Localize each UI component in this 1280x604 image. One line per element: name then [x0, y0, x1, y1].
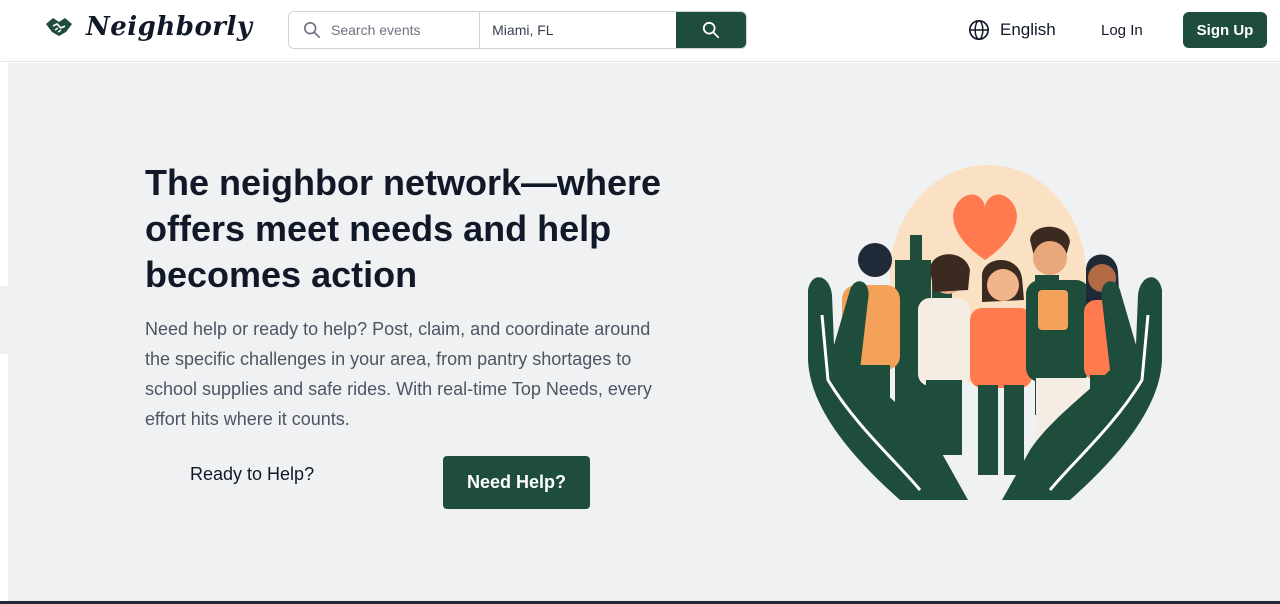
- search-bar: [288, 11, 747, 49]
- top-navbar: Neighborly English Log In Sign Up: [0, 0, 1280, 62]
- login-link[interactable]: Log In: [1101, 22, 1143, 39]
- search-location-field[interactable]: [480, 12, 676, 48]
- community-illustration: [808, 165, 1162, 500]
- signup-button[interactable]: Sign Up: [1183, 12, 1267, 48]
- page-edge: [0, 286, 8, 354]
- language-selector[interactable]: English: [968, 19, 1056, 41]
- search-location-input[interactable]: [492, 22, 623, 38]
- search-events-field[interactable]: [289, 12, 481, 48]
- search-icon: [703, 21, 720, 39]
- hero-title: The neighbor network—where offers meet n…: [145, 162, 662, 295]
- need-help-button[interactable]: Need Help?: [443, 456, 590, 509]
- globe-icon: [969, 20, 989, 40]
- search-button[interactable]: [676, 12, 746, 48]
- handshake-icon: [46, 18, 72, 36]
- brand-logo[interactable]: Neighborly: [44, 12, 252, 42]
- language-label: English: [1000, 20, 1056, 39]
- ready-to-help-button[interactable]: Ready to Help?: [190, 464, 314, 485]
- search-events-input[interactable]: [331, 22, 461, 38]
- search-icon: [303, 21, 321, 39]
- hero-description: Need help or ready to help? Post, claim,…: [145, 319, 652, 429]
- brand-name: Neighborly: [86, 12, 253, 42]
